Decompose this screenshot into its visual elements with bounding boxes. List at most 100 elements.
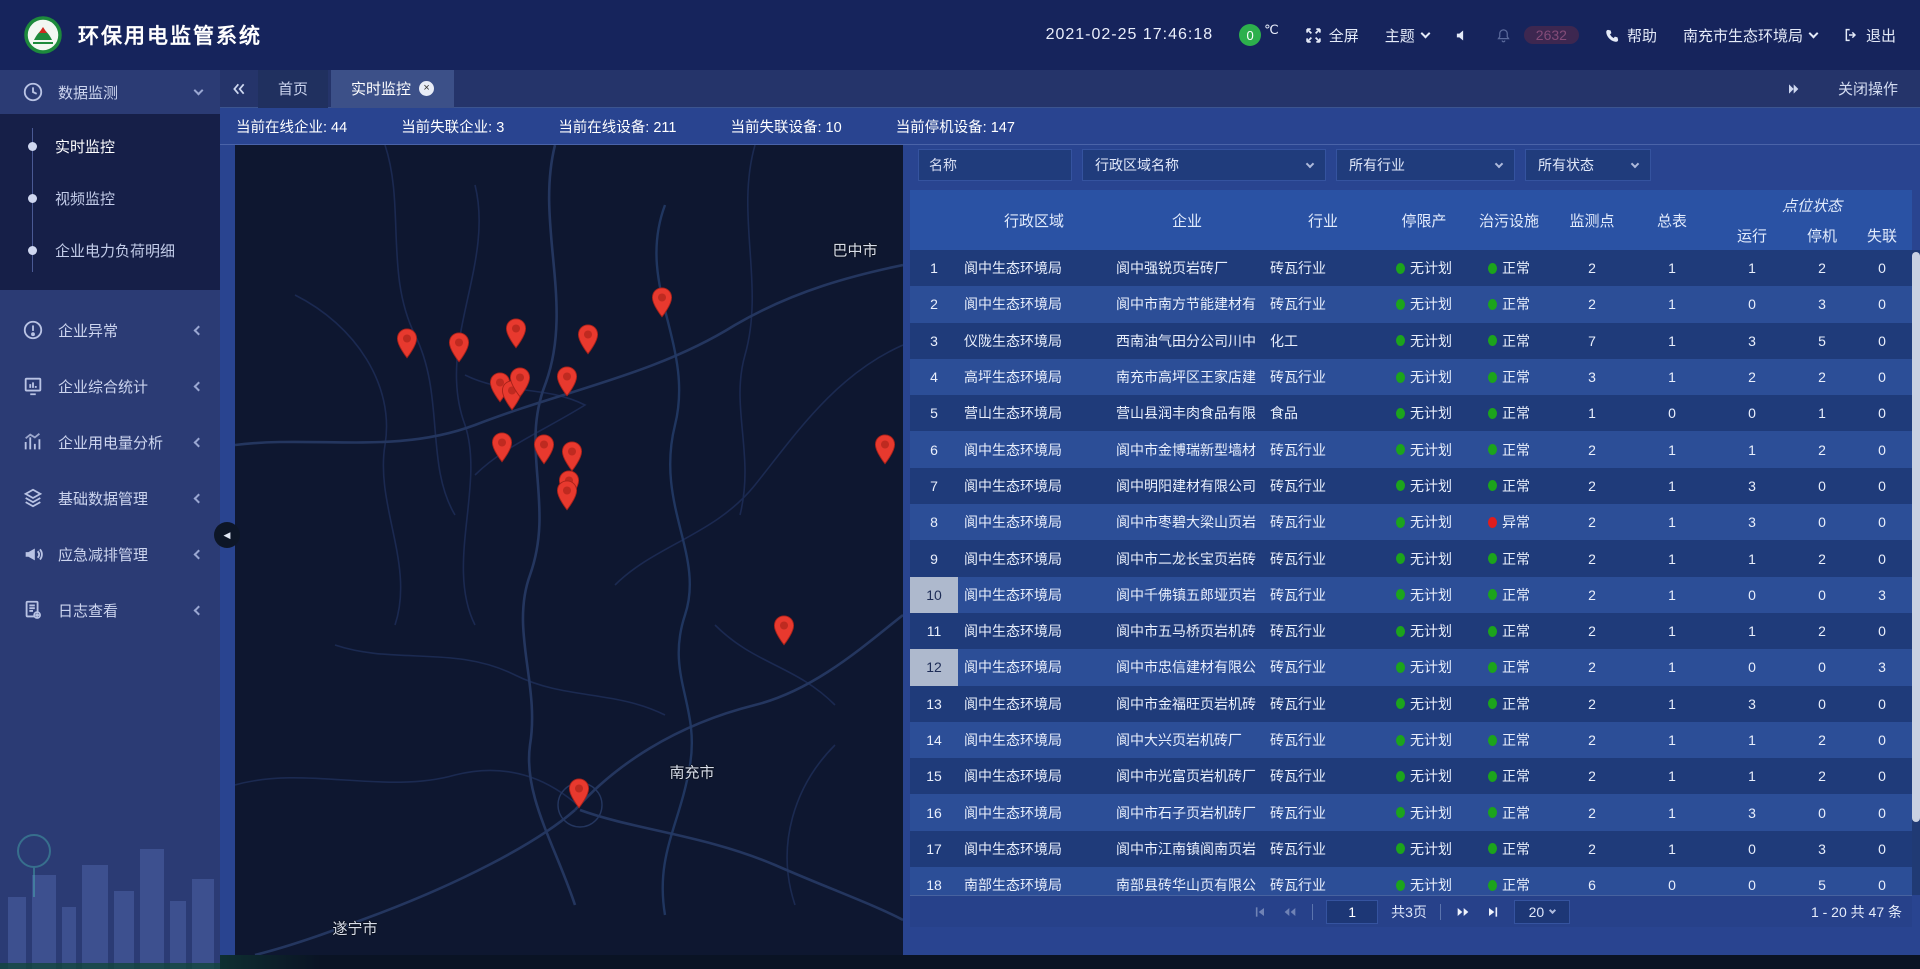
tab-close-icon[interactable]: ×	[419, 81, 434, 96]
table-row[interactable]: 6阆中生态环境局阆中市金博瑞新型墙材砖瓦行业无计划正常21120	[910, 431, 1912, 467]
table-row[interactable]: 13阆中生态环境局阆中市金福旺页岩机砖砖瓦行业无计划正常21300	[910, 686, 1912, 722]
status-dot-green	[1396, 553, 1405, 564]
table-row[interactable]: 11阆中生态环境局阆中市五马桥页岩机砖砖瓦行业无计划正常21120	[910, 613, 1912, 649]
map-pin-icon[interactable]	[577, 324, 599, 355]
sidebar-subitem-realtime-monitor[interactable]: 实时监控	[0, 120, 220, 172]
cell-region: 阆中生态环境局	[958, 504, 1110, 540]
region-filter-select[interactable]: 行政区域名称	[1082, 149, 1326, 181]
cell-total-meter: 1	[1632, 758, 1712, 794]
table-row[interactable]: 9阆中生态环境局阆中市二龙长宝页岩砖砖瓦行业无计划正常21120	[910, 540, 1912, 576]
table-row[interactable]: 10阆中生态环境局阆中千佛镇五郎垭页岩砖瓦行业无计划正常21003	[910, 577, 1912, 613]
cell-company: 阆中千佛镇五郎垭页岩	[1110, 577, 1264, 613]
sidebar-item-enterprise-statistics[interactable]: 企业综合统计	[0, 358, 220, 414]
tab-home[interactable]: 首页	[258, 70, 328, 108]
cell-facility-status: 正常	[1466, 794, 1552, 830]
cell-stop-count: 2	[1792, 722, 1852, 758]
sidebar-item-power-usage-analysis[interactable]: 企业用电量分析	[0, 414, 220, 470]
stat-item: 当前停机设备: 147	[896, 116, 1015, 137]
theme-dropdown[interactable]: 主题	[1385, 25, 1429, 46]
sidebar-item-base-data-management[interactable]: 基础数据管理	[0, 470, 220, 526]
help-button[interactable]: 帮助	[1605, 25, 1657, 46]
next-page-button[interactable]	[1454, 904, 1472, 920]
table-row[interactable]: 5营山生态环境局营山县润丰肉食品有限食品无计划正常10010	[910, 395, 1912, 431]
cell-monitor-points: 1	[1552, 395, 1632, 431]
chevron-left-icon	[194, 605, 204, 615]
cell-lost-count: 3	[1852, 577, 1912, 613]
map-pin-icon[interactable]	[874, 434, 896, 465]
notification-area[interactable]: 2632	[1496, 26, 1579, 44]
map-pin-icon[interactable]	[396, 328, 418, 359]
page-size-select[interactable]: 20	[1514, 900, 1570, 924]
table-row[interactable]: 17阆中生态环境局阆中市江南镇阆南页岩砖瓦行业无计划正常21030	[910, 831, 1912, 867]
plan-status-text: 无计划	[1410, 839, 1452, 859]
facility-status-text: 正常	[1502, 657, 1530, 677]
map-pin-icon[interactable]	[509, 367, 531, 398]
tab-realtime-monitor[interactable]: 实时监控×	[331, 70, 454, 108]
table-row[interactable]: 16阆中生态环境局阆中市石子页岩机砖厂砖瓦行业无计划正常21300	[910, 794, 1912, 830]
name-filter-input[interactable]	[918, 149, 1072, 181]
industry-filter-select[interactable]: 所有行业	[1336, 149, 1515, 181]
sidebar-item-enterprise-abnormal[interactable]: 企业异常	[0, 302, 220, 358]
table-row[interactable]: 4高坪生态环境局南充市高坪区王家店建砖瓦行业无计划正常31220	[910, 359, 1912, 395]
tab-scroll-left-icon[interactable]	[220, 70, 258, 108]
col-stop: 停机	[1792, 220, 1852, 250]
map-pin-icon[interactable]	[556, 366, 578, 397]
table-row[interactable]: 1阆中生态环境局阆中强锐页岩砖厂砖瓦行业无计划正常21120	[910, 250, 1912, 286]
table-row[interactable]: 3仪陇生态环境局西南油气田分公司川中化工无计划正常71350	[910, 323, 1912, 359]
sidebar-subitem-power-load-detail[interactable]: 企业电力负荷明细	[0, 224, 220, 276]
status-filter-select[interactable]: 所有状态	[1525, 149, 1651, 181]
cell-run-count: 3	[1712, 794, 1792, 830]
sidebar-item-data-monitoring[interactable]: 数据监测	[0, 70, 220, 114]
table-row[interactable]: 7阆中生态环境局阆中明阳建材有限公司砖瓦行业无计划正常21300	[910, 468, 1912, 504]
map-pin-icon[interactable]	[561, 441, 583, 472]
close-operations-button[interactable]: 关闭操作	[1838, 78, 1898, 99]
table-row[interactable]: 15阆中生态环境局阆中市光富页岩机砖厂砖瓦行业无计划正常21120	[910, 758, 1912, 794]
map-pin-icon[interactable]	[556, 480, 578, 511]
cell-lost-count: 0	[1852, 250, 1912, 286]
status-dot-green	[1396, 880, 1405, 891]
tab-scroll-right-icon[interactable]	[1774, 70, 1812, 108]
sidebar-item-log-view[interactable]: 日志查看	[0, 582, 220, 638]
map-collapse-button[interactable]: ◀	[214, 522, 240, 548]
map-pin-icon[interactable]	[651, 287, 673, 318]
cell-stop-count: 0	[1792, 468, 1852, 504]
scrollbar-thumb[interactable]	[1912, 252, 1920, 822]
sidebar: 数据监测实时监控视频监控企业电力负荷明细企业异常企业综合统计企业用电量分析基础数…	[0, 70, 220, 969]
cell-region: 阆中生态环境局	[958, 540, 1110, 576]
table-row[interactable]: 14阆中生态环境局阆中大兴页岩机砖厂砖瓦行业无计划正常21120	[910, 722, 1912, 758]
first-page-button[interactable]	[1252, 904, 1268, 920]
table-row[interactable]: 12阆中生态环境局阆中市忠信建材有限公砖瓦行业无计划正常21003	[910, 649, 1912, 685]
sound-mute-button[interactable]	[1455, 28, 1470, 43]
city-skyline-decoration	[0, 779, 220, 969]
cell-industry: 食品	[1264, 395, 1382, 431]
map-pin-icon[interactable]	[491, 432, 513, 463]
map-panel[interactable]: 巴中市南充市遂宁市	[235, 145, 903, 955]
status-dot-green	[1396, 662, 1405, 673]
map-pin-icon[interactable]	[773, 615, 795, 646]
logout-button[interactable]: 退出	[1843, 25, 1896, 46]
table-row[interactable]: 18南部生态环境局南部县砖华山页有限公砖瓦行业无计划正常60050	[910, 867, 1912, 895]
map-pin-icon[interactable]	[505, 318, 527, 349]
map-pin-icon[interactable]	[448, 332, 470, 363]
map-pin-icon[interactable]	[533, 434, 555, 465]
layers-icon	[22, 487, 44, 509]
chevron-down-icon	[1549, 906, 1556, 913]
org-dropdown[interactable]: 南充市生态环境局	[1683, 25, 1817, 46]
sidebar-item-emergency-reduction[interactable]: 应急减排管理	[0, 526, 220, 582]
table-body: 1阆中生态环境局阆中强锐页岩砖厂砖瓦行业无计划正常211202阆中生态环境局阆中…	[910, 250, 1912, 895]
fullscreen-button[interactable]: 全屏	[1305, 25, 1359, 46]
table-row[interactable]: 8阆中生态环境局阆中市枣碧大梁山页岩砖瓦行业无计划异常21300	[910, 504, 1912, 540]
cell-plan-status: 无计划	[1382, 613, 1466, 649]
page-number-input[interactable]	[1326, 900, 1378, 924]
plan-status-text: 无计划	[1410, 766, 1452, 786]
table-row[interactable]: 2阆中生态环境局阆中市南方节能建材有砖瓦行业无计划正常21030	[910, 286, 1912, 322]
prev-page-button[interactable]	[1281, 904, 1299, 920]
last-page-button[interactable]	[1485, 904, 1501, 920]
map-pin-icon[interactable]	[568, 778, 590, 809]
cell-stop-count: 5	[1792, 867, 1852, 895]
table-scrollbar[interactable]	[1912, 250, 1920, 895]
cell-lost-count: 0	[1852, 613, 1912, 649]
sidebar-subitem-video-monitor[interactable]: 视频监控	[0, 172, 220, 224]
pagination-bar: 共3页 20 1 - 20 共 47 条	[910, 895, 1912, 927]
cell-company: 西南油气田分公司川中	[1110, 323, 1264, 359]
